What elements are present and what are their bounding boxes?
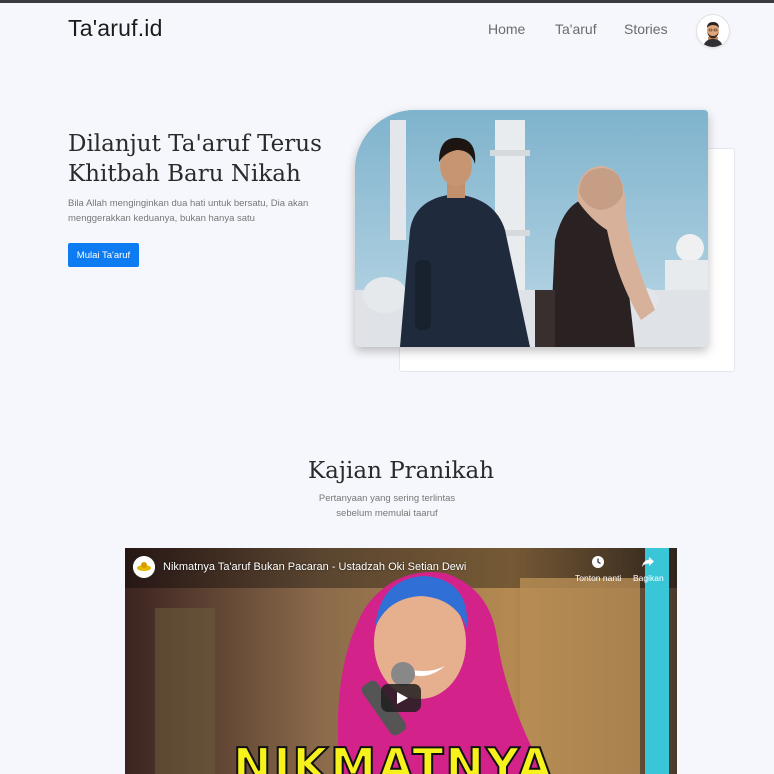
watch-later-label: Tonton nanti [575,573,622,583]
video-embed[interactable]: Nikmatnya Ta'aruf Bukan Pacaran - Ustadz… [125,548,677,774]
nav-taaruf[interactable]: Ta'aruf [555,21,597,37]
hero-title: Dilanjut Ta'aruf Terus Khitbah Baru Nika… [68,129,368,189]
section-subtitle: Pertanyaan yang sering terlintas sebelum… [287,491,487,521]
nav-home[interactable]: Home [488,21,525,37]
start-taaruf-button[interactable]: Mulai Ta'aruf [68,243,139,267]
hero-title-line-1: Dilanjut Ta'aruf Terus [68,131,322,157]
watch-later-button[interactable]: Tonton nanti [575,555,621,583]
video-title[interactable]: Nikmatnya Ta'aruf Bukan Pacaran - Ustadz… [163,561,466,573]
share-icon [642,557,655,567]
video-caption: NIKMATNYA [232,737,555,774]
clock-icon [592,556,605,568]
hero-subtitle: Bila Allah menginginkan dua hati untuk b… [68,196,348,226]
window-top-border [0,0,774,3]
hero-subtitle-line-2: menggerakkan keduanya, bukan hanya satu [68,213,255,224]
avatar[interactable] [696,14,730,48]
share-label: Bagikan [633,573,664,583]
section-subtitle-line-1: Pertanyaan yang sering terlintas [318,493,456,504]
share-button[interactable]: Bagikan [633,555,664,583]
section-subtitle-line-2: sebelum memulai taaruf [336,508,438,519]
hero-subtitle-line-1: Bila Allah menginginkan dua hati untuk b… [68,198,309,209]
play-button[interactable] [381,684,421,712]
avatar-icon [703,22,723,47]
brand-logo[interactable]: Ta'aruf.id [68,15,163,42]
hero-title-line-2: Khitbah Baru Nikah [68,161,301,187]
section-title: Kajian Pranikah [307,458,495,484]
channel-logo[interactable] [133,556,155,578]
hero-photo [355,110,708,347]
nav-stories[interactable]: Stories [624,21,668,37]
